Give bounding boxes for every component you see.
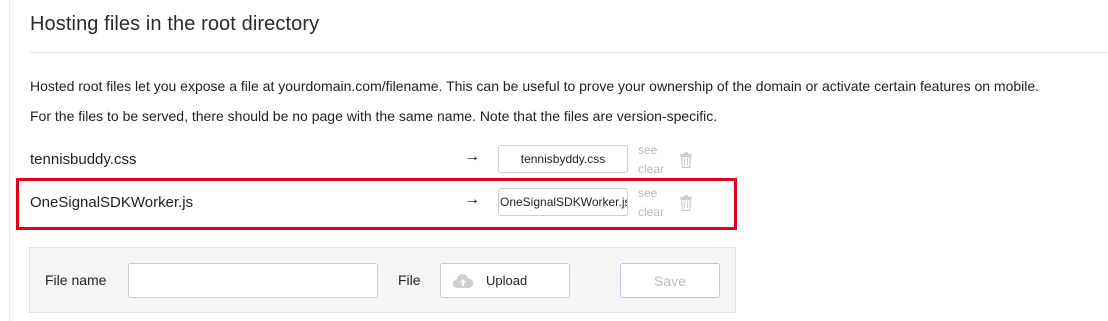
clear-link[interactable]: clear — [638, 160, 664, 179]
file-name-input[interactable] — [128, 263, 378, 298]
save-button[interactable]: Save — [620, 263, 720, 298]
file-name-label: File name — [45, 272, 107, 288]
title-divider — [30, 52, 1108, 53]
see-link[interactable]: see — [638, 141, 664, 160]
left-border — [9, 0, 10, 321]
file-label: File — [398, 272, 421, 288]
hosted-file-target[interactable]: tennisbyddy.css — [498, 145, 628, 173]
section-title: Hosting files in the root directory — [30, 13, 320, 35]
add-file-panel: File name File Upload Save — [29, 247, 736, 313]
highlight-box — [16, 178, 737, 230]
hosted-file-name: tennisbuddy.css — [30, 151, 137, 168]
trash-icon[interactable] — [679, 152, 693, 168]
arrow-icon: → — [464, 148, 480, 165]
cloud-upload-icon — [452, 273, 474, 288]
upload-button[interactable]: Upload — [440, 263, 570, 298]
hosted-file-row: tennisbuddy.css → tennisbyddy.css see cl… — [30, 143, 710, 176]
description-2: For the files to be served, there should… — [30, 108, 718, 124]
description-1: Hosted root files let you expose a file … — [30, 78, 1040, 94]
file-actions: see clear — [638, 141, 664, 179]
upload-label: Upload — [486, 273, 528, 288]
